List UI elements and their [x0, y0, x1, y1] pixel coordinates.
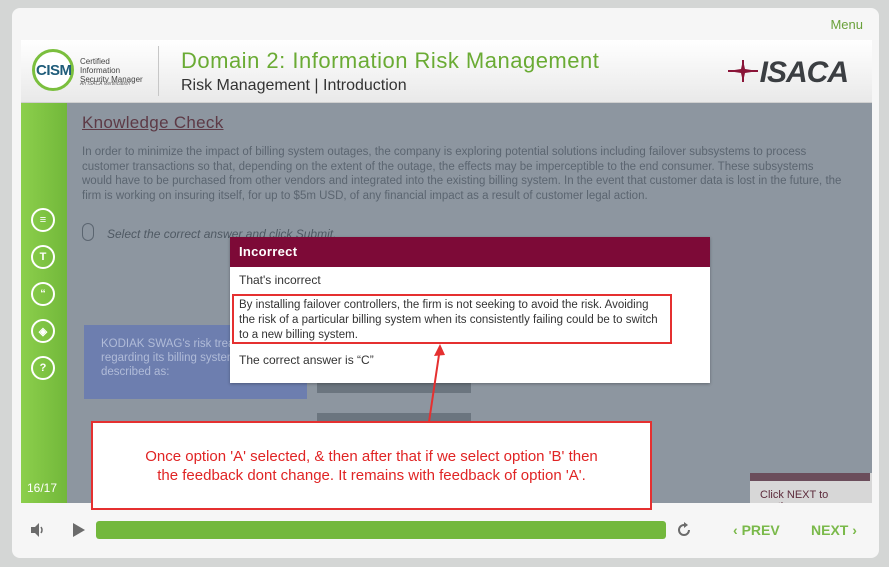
chevron-left-icon: ‹ — [733, 522, 742, 538]
sidebar: ≡ T “ ◈ ? 16/17 — [21, 103, 67, 503]
course-title: Domain 2: Information Risk Management — [181, 48, 600, 73]
page-count: 16/17 — [27, 481, 58, 495]
cism-logo-sub: An ISACA Certification — [80, 81, 131, 87]
next-button[interactable]: NEXT › — [811, 522, 857, 538]
annotation-arrow — [428, 344, 445, 423]
annotation-note: Once option 'A' selected, & then after t… — [91, 421, 652, 510]
isaca-star-icon — [728, 60, 758, 82]
replay-icon[interactable] — [675, 521, 693, 539]
prev-label: PREV — [741, 522, 780, 538]
quote-icon[interactable]: “ — [31, 282, 55, 306]
cism-logo-letters: CISM — [36, 62, 72, 79]
cism-logo-text: Certified Information Security Manager — [80, 57, 152, 84]
cism-logo-line1: Certified Information — [80, 57, 121, 75]
layers-icon[interactable]: ◈ — [31, 319, 55, 343]
course-subtitle: Risk Management | Introduction — [181, 77, 407, 94]
isaca-logo: ISACA — [728, 52, 849, 92]
continue-text: Click NEXT to continue. — [760, 489, 829, 503]
volume-icon[interactable] — [30, 522, 46, 538]
progress-bar[interactable] — [96, 521, 666, 539]
isaca-wordmark: ISACA — [759, 56, 849, 89]
menu-link[interactable]: Menu — [830, 17, 863, 32]
continue-hint: Click NEXT to continue. — [750, 473, 872, 503]
annotation-line: the feedback dont change. It remains wit… — [157, 467, 586, 484]
correct-answer-text: The correct answer is “C” — [239, 353, 374, 367]
mouse-icon — [82, 223, 94, 241]
feedback-status: That's incorrect — [239, 273, 321, 287]
course-header: CISM Certified Information Security Mana… — [21, 40, 872, 103]
text-icon[interactable]: T — [31, 245, 55, 269]
help-icon[interactable]: ? — [31, 356, 55, 380]
cism-logo: CISM Certified Information Security Mana… — [32, 47, 152, 95]
feedback-title: Incorrect — [230, 237, 710, 267]
continue-tab — [750, 473, 870, 481]
annotation-text: Once option 'A' selected, & then after t… — [93, 447, 650, 485]
feedback-highlight — [232, 294, 672, 344]
scenario-text: In order to minimize the impact of billi… — [82, 146, 842, 202]
chevron-right-icon: › — [848, 522, 857, 538]
annotation-line: Once option 'A' selected, & then after t… — [145, 448, 598, 465]
progress-fill — [96, 521, 666, 539]
prev-button[interactable]: ‹ PREV — [733, 522, 780, 538]
playback-controls: ‹ PREV NEXT › — [0, 510, 889, 555]
play-icon[interactable] — [72, 522, 86, 538]
header-divider — [158, 46, 159, 96]
next-label: NEXT — [811, 522, 849, 538]
knowledge-check-heading: Knowledge Check — [82, 113, 224, 132]
notes-icon[interactable]: ≡ — [31, 208, 55, 232]
